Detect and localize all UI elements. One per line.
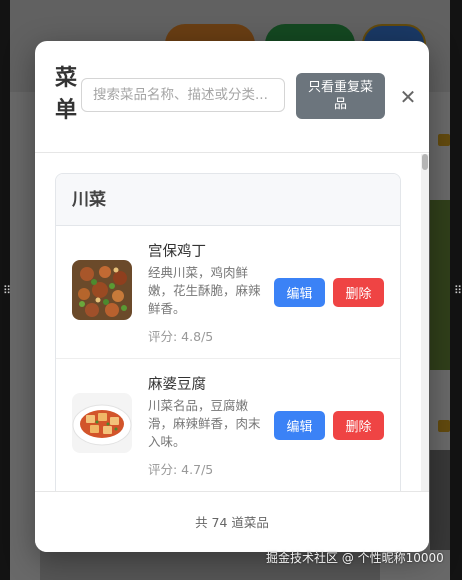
dish-item: 宫保鸡丁 经典川菜，鸡肉鲜嫩，花生酥脆，麻辣鲜香。 评分: 4.8/5 编辑 删…: [56, 226, 400, 359]
edit-button[interactable]: 编辑: [274, 411, 325, 440]
dish-rating: 评分: 4.7/5: [148, 462, 214, 477]
drag-handle-icon[interactable]: ⠿: [454, 285, 462, 296]
scrollbar[interactable]: [421, 154, 429, 491]
menu-modal: 菜单 只看重复菜品 ✕ 川菜: [35, 41, 429, 552]
scrollbar-thumb[interactable]: [422, 154, 428, 170]
dish-name: 宫保鸡丁: [148, 244, 206, 260]
modal-header: 菜单 只看重复菜品 ✕: [35, 41, 429, 153]
delete-button[interactable]: 删除: [333, 278, 384, 307]
dish-name: 麻婆豆腐: [148, 377, 206, 393]
dish-description: 经典川菜，鸡肉鲜嫩，花生酥脆，麻辣鲜香。: [148, 265, 261, 316]
search-input[interactable]: [81, 78, 285, 112]
dish-item: 麻婆豆腐 川菜名品，豆腐嫩滑，麻辣鲜香，肉末入味。 评分: 4.7/5 编辑 删…: [56, 359, 400, 491]
dish-description: 川菜名品，豆腐嫩滑，麻辣鲜香，肉末入味。: [148, 398, 261, 449]
show-duplicates-button[interactable]: 只看重复菜品: [296, 73, 385, 119]
edit-button[interactable]: 编辑: [274, 278, 325, 307]
dish-rating: 评分: 4.8/5: [148, 329, 214, 344]
dish-image-kungpao: [72, 260, 132, 320]
category-title: 川菜: [56, 174, 400, 226]
watermark: 掘金技术社区 @ 个性昵称10000: [266, 551, 444, 565]
dish-image-mapo-tofu: [72, 393, 132, 453]
close-icon[interactable]: ✕: [398, 87, 418, 107]
drag-handle-icon[interactable]: ⠿: [3, 285, 11, 296]
delete-button[interactable]: 删除: [333, 411, 384, 440]
category-card: 川菜 宫保鸡丁 经典川菜，鸡肉鲜嫩，花生酥脆，麻辣鲜香。 评分: 4.8/5 编…: [55, 173, 401, 491]
modal-body: 川菜 宫保鸡丁 经典川菜，鸡肉鲜嫩，花生酥脆，麻辣鲜香。 评分: 4.8/5 编…: [35, 154, 429, 491]
dish-count: 共 74 道菜品: [35, 491, 429, 552]
